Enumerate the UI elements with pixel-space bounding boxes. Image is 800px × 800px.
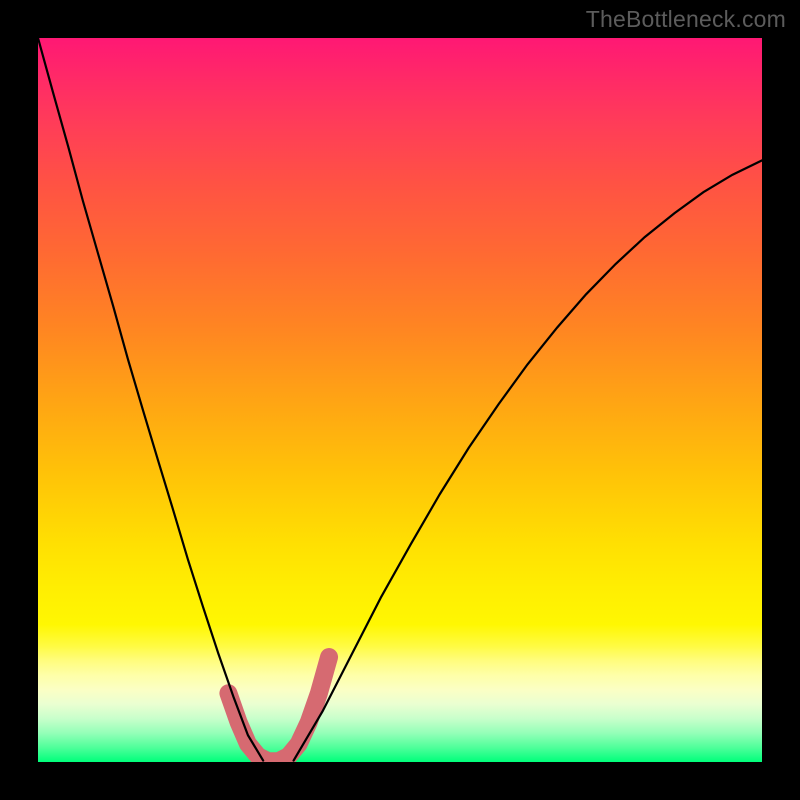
valley-marker-path xyxy=(228,657,329,761)
left-branch-path xyxy=(38,38,263,761)
curve-layer xyxy=(38,38,762,762)
plot-area xyxy=(38,38,762,762)
watermark-text: TheBottleneck.com xyxy=(586,6,786,33)
chart-frame: TheBottleneck.com xyxy=(0,0,800,800)
right-branch-path xyxy=(294,160,762,760)
